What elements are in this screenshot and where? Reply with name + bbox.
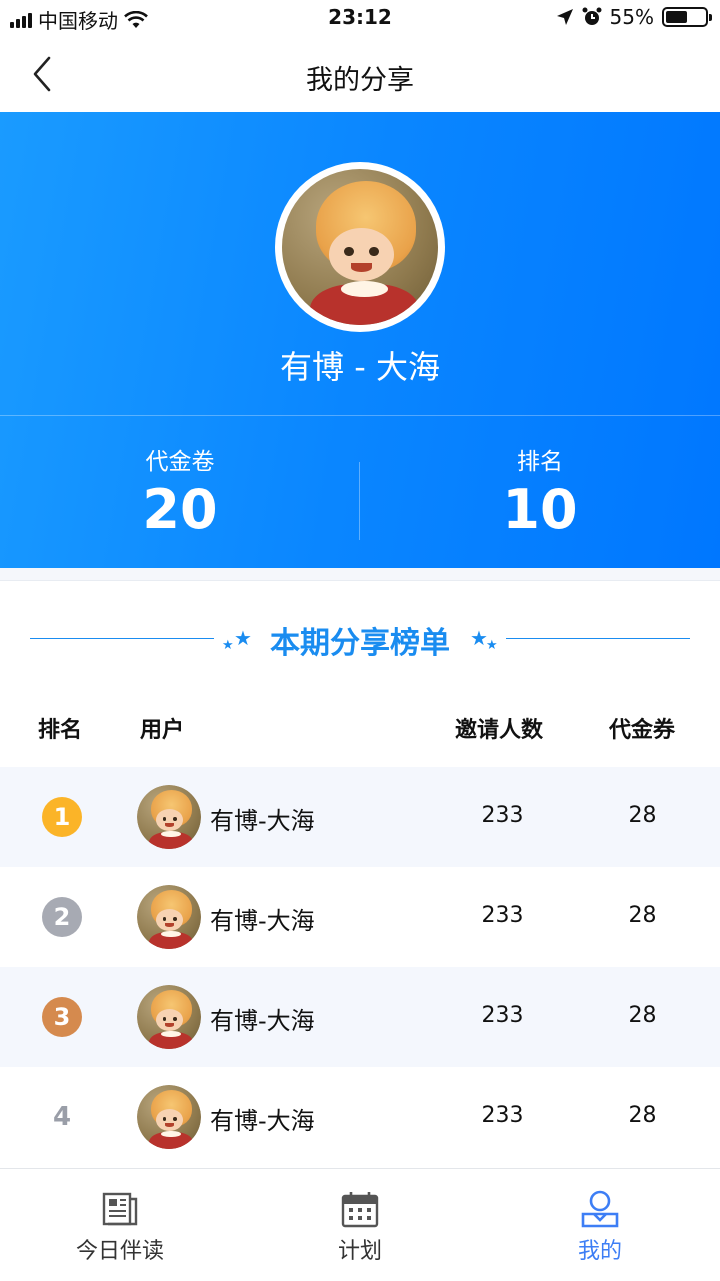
hero-divider <box>0 415 720 416</box>
row-avatar <box>137 1085 201 1149</box>
calendar-icon <box>341 1192 379 1228</box>
tab-bar: 今日伴读 计划 我的 <box>0 1168 720 1281</box>
row-vouchers: 28 <box>628 1003 657 1028</box>
profile-header: 有博 - 大海 代金卷 20 排名 10 <box>0 112 720 568</box>
profile-icon <box>581 1190 619 1228</box>
row-username: 有博-大海 <box>210 907 315 935</box>
row-username: 有博-大海 <box>210 807 315 835</box>
row-invites: 233 <box>481 903 524 928</box>
tab-plan[interactable]: 计划 <box>240 1169 480 1281</box>
row-vouchers: 28 <box>628 803 657 828</box>
status-right: 55% <box>556 5 712 29</box>
avatar-image <box>282 169 438 325</box>
row-invites: 233 <box>481 803 524 828</box>
gold-medal-icon: 1 <box>42 797 82 837</box>
row-username: 有博-大海 <box>210 1107 315 1135</box>
status-bar: 中国移动 23:12 55% <box>0 0 720 36</box>
profile-username: 有博 - 大海 <box>280 348 440 386</box>
newspaper-icon <box>102 1192 138 1226</box>
header-invites: 邀请人数 <box>455 718 544 743</box>
tab-mine[interactable]: 我的 <box>480 1169 720 1281</box>
location-arrow-icon <box>556 9 573 25</box>
ranking-title: 本期分享榜单 <box>270 626 450 661</box>
page-title: 我的分享 <box>306 65 414 96</box>
header-user: 用户 <box>140 718 185 743</box>
silver-medal-icon: 2 <box>42 897 82 937</box>
table-row[interactable]: 1 有博-大海 233 28 <box>0 767 720 867</box>
row-invites: 233 <box>481 1103 524 1128</box>
rank-stat: 排名 10 <box>360 442 720 541</box>
table-row[interactable]: 4 有博-大海 233 28 <box>0 1067 720 1167</box>
battery-icon <box>662 7 712 27</box>
avatar[interactable] <box>275 162 445 332</box>
rank-stat-label: 排名 <box>517 449 563 475</box>
row-avatar <box>137 785 201 849</box>
alarm-icon <box>582 7 602 25</box>
header-rank: 排名 <box>38 718 83 743</box>
tab-today-reading[interactable]: 今日伴读 <box>0 1169 240 1281</box>
ranking-table-header: 排名 用户 邀请人数 代金券 <box>0 700 720 760</box>
row-avatar <box>137 885 201 949</box>
row-vouchers: 28 <box>628 903 657 928</box>
section-gap <box>0 568 720 581</box>
table-row[interactable]: 2 有博-大海 233 28 <box>0 867 720 967</box>
table-row[interactable]: 3 有博-大海 233 28 <box>0 967 720 1067</box>
title-line-right <box>506 638 690 639</box>
row-vouchers: 28 <box>628 1103 657 1128</box>
row-username: 有博-大海 <box>210 1007 315 1035</box>
ranking-title-bar: ★ ★ 本期分享榜单 ★ ★ <box>0 608 720 668</box>
tab-mine-label: 我的 <box>577 1239 622 1264</box>
voucher-stat: 代金卷 20 <box>0 442 360 541</box>
row-avatar <box>137 985 201 1049</box>
voucher-stat-label: 代金卷 <box>145 449 215 475</box>
tab-plan-label: 计划 <box>337 1239 382 1264</box>
battery-percent: 55% <box>609 5 654 29</box>
tab-today-reading-label: 今日伴读 <box>75 1239 164 1264</box>
rank-stat-value: 10 <box>502 478 578 541</box>
navigation-bar: 我的分享 <box>0 36 720 112</box>
row-invites: 233 <box>481 1003 524 1028</box>
voucher-stat-value: 20 <box>142 478 218 541</box>
rank-number: 4 <box>52 1102 72 1132</box>
header-vouchers: 代金券 <box>609 718 676 743</box>
bronze-medal-icon: 3 <box>42 997 82 1037</box>
